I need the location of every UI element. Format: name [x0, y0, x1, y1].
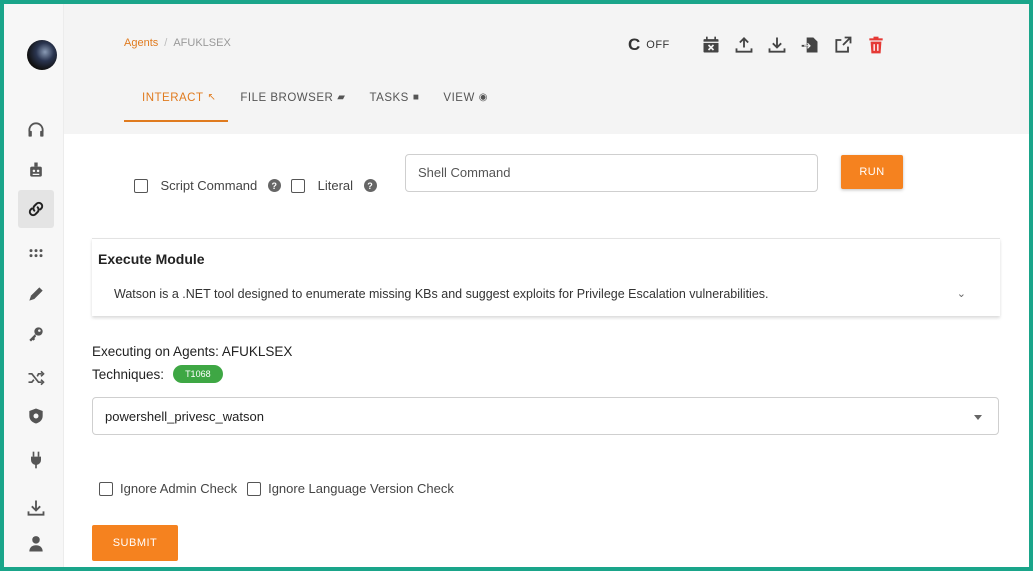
tasks-icon: ■: [412, 92, 420, 103]
technique-badge[interactable]: T1068: [173, 365, 223, 383]
link-icon[interactable]: [18, 190, 54, 228]
tab-file-browser-label: FILE BROWSER: [240, 92, 334, 104]
script-command-label: Script Command: [160, 178, 258, 194]
agent-header: Agents / AFUKLSEX C OFF INTERACT ↖ FILE …: [64, 4, 1029, 134]
shell-command-input[interactable]: Shell Command: [405, 154, 818, 192]
breadcrumb-agents-link[interactable]: Agents: [124, 37, 158, 49]
agent-tabs: INTERACT ↖ FILE BROWSER ▰ TASKS ■ VIEW ◉: [124, 90, 500, 122]
sidebar: [4, 4, 64, 567]
shell-command-row: Script Command ? Literal ? Shell Command…: [132, 153, 932, 213]
download-tray-icon[interactable]: [22, 494, 50, 522]
tab-interact[interactable]: INTERACT ↖: [124, 90, 229, 122]
script-command-checkbox[interactable]: [134, 178, 148, 193]
literal-label: Literal: [317, 178, 354, 194]
agent-toolbar: C OFF: [628, 32, 898, 58]
user-icon[interactable]: [22, 530, 50, 558]
run-button[interactable]: RUN: [841, 155, 903, 189]
tab-file-browser[interactable]: FILE BROWSER ▰: [228, 90, 357, 122]
module-select-value: powershell_privesc_watson: [105, 409, 264, 424]
download-icon[interactable]: [766, 32, 788, 58]
dropdown-arrow-icon: [974, 415, 982, 420]
ignore-language-check-label: Ignore Language Version Check: [268, 481, 454, 496]
grid-dots-icon[interactable]: [22, 240, 50, 268]
breadcrumb: Agents / AFUKLSEX: [124, 37, 231, 49]
robot-icon[interactable]: [22, 156, 50, 184]
tab-tasks[interactable]: TASKS ■: [358, 90, 432, 122]
execute-module-panel[interactable]: Execute Module Watson is a .NET tool des…: [92, 238, 1000, 316]
file-import-icon[interactable]: [799, 32, 821, 58]
tab-view-label: VIEW: [443, 92, 475, 104]
tab-view[interactable]: VIEW ◉: [431, 90, 500, 122]
chevron-down-icon[interactable]: ⌄: [957, 287, 966, 300]
techniques-label: Techniques:: [92, 366, 165, 382]
shield-icon[interactable]: [22, 402, 50, 430]
refresh-state: OFF: [646, 39, 670, 51]
ignore-admin-check-checkbox[interactable]: [99, 481, 113, 496]
module-options-row: Ignore Admin Check Ignore Language Versi…: [99, 481, 464, 496]
ignore-admin-check-label: Ignore Admin Check: [120, 481, 238, 496]
techniques-row: Techniques: T1068: [92, 365, 223, 383]
script-help-icon[interactable]: ?: [267, 179, 281, 193]
module-description: Watson is a .NET tool designed to enumer…: [114, 287, 769, 301]
key-icon[interactable]: [22, 320, 50, 348]
eye-icon: ◉: [478, 92, 489, 103]
headphones-icon[interactable]: [22, 116, 50, 144]
external-link-icon[interactable]: [832, 32, 854, 58]
breadcrumb-separator: /: [164, 37, 168, 49]
refresh-icon: C: [628, 35, 641, 54]
trash-icon[interactable]: [865, 32, 887, 58]
literal-help-icon[interactable]: ?: [363, 179, 377, 193]
pen-icon[interactable]: [22, 280, 50, 308]
literal-checkbox[interactable]: [291, 178, 306, 193]
folder-icon: ▰: [337, 92, 346, 103]
upload-icon[interactable]: [733, 32, 755, 58]
calendar-x-icon[interactable]: [700, 32, 722, 58]
ignore-language-check-checkbox[interactable]: [247, 481, 262, 496]
submit-button[interactable]: SUBMIT: [92, 525, 178, 561]
tab-tasks-label: TASKS: [369, 92, 409, 104]
auto-refresh-toggle[interactable]: C OFF: [628, 32, 670, 58]
pointer-icon: ↖: [207, 92, 217, 103]
module-select[interactable]: powershell_privesc_watson: [92, 397, 999, 435]
breadcrumb-current: AFUKLSEX: [173, 37, 231, 49]
shuffle-icon[interactable]: [22, 364, 50, 392]
empire-logo[interactable]: [27, 40, 57, 70]
execute-module-title: Execute Module: [98, 251, 205, 267]
tab-interact-label: INTERACT: [142, 92, 204, 104]
executing-on-agents: Executing on Agents: AFUKLSEX: [92, 344, 293, 359]
plug-icon[interactable]: [22, 446, 50, 474]
